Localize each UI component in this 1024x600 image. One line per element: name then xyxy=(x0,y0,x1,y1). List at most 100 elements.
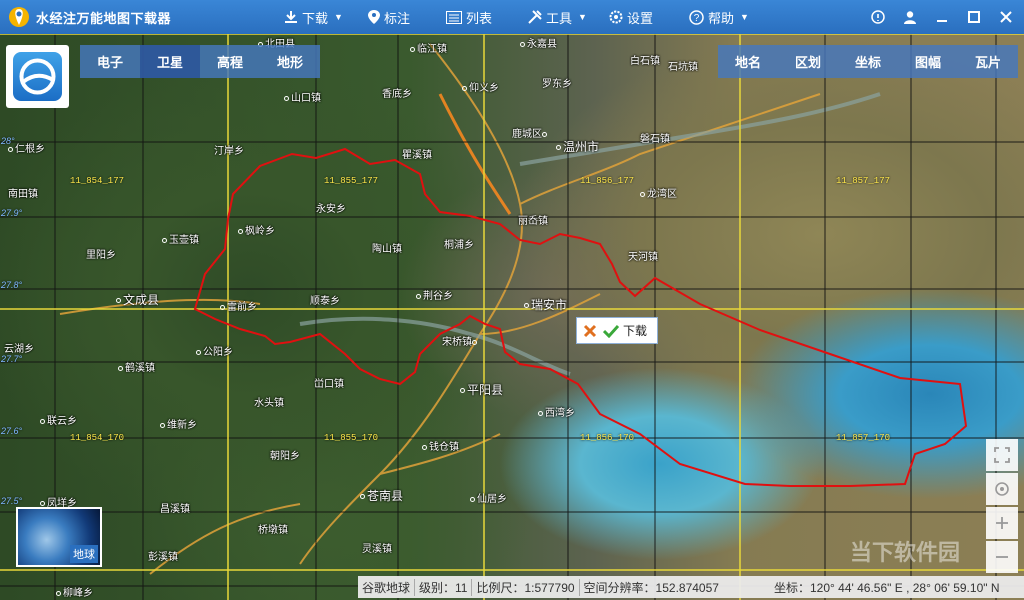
tab-elevation[interactable]: 高程 xyxy=(200,45,260,78)
menu-tools[interactable]: 工具 ▼ xyxy=(528,0,587,34)
zoom-out-button[interactable] xyxy=(986,541,1018,573)
status-resolution: 空间分辨率：152.874057 xyxy=(578,578,723,596)
place-label: 香底乡 xyxy=(382,89,412,100)
app-brand-logo[interactable] xyxy=(6,45,69,108)
minimize-button[interactable] xyxy=(926,0,958,34)
place-label: 彭溪镇 xyxy=(148,552,178,563)
map-tools xyxy=(986,439,1018,575)
place-label: 陶山镇 xyxy=(372,244,402,255)
lat-label: 27.6° xyxy=(1,426,23,436)
chevron-down-icon: ▼ xyxy=(740,12,749,22)
help-icon: ? xyxy=(689,9,704,25)
download-confirm-label[interactable]: 下载 xyxy=(623,322,647,339)
place-label: 丽岙镇 xyxy=(518,216,548,227)
lat-label: 27.8° xyxy=(1,280,23,290)
info-button[interactable] xyxy=(862,0,894,34)
zoom-in-button[interactable] xyxy=(986,507,1018,539)
tab-map-sheet[interactable]: 图幅 xyxy=(898,45,958,78)
close-button[interactable] xyxy=(990,0,1022,34)
tile-grid-yellow xyxy=(0,34,1024,600)
watermark: 当下软件园 xyxy=(850,540,961,565)
gear-icon xyxy=(609,10,623,24)
place-label: 里阳乡 xyxy=(86,250,116,261)
status-source: 谷歌地球 xyxy=(362,580,411,595)
chevron-down-icon: ▼ xyxy=(578,12,587,22)
menu-help[interactable]: ? 帮助 ▼ xyxy=(689,0,749,34)
place-label: 鹤溪镇 xyxy=(118,359,155,374)
tile-label: 11_857_177 xyxy=(836,176,891,186)
globe-thumbnail[interactable]: 地球 xyxy=(16,507,102,567)
svg-text:?: ? xyxy=(694,13,700,24)
place-label: 仰义乡 xyxy=(462,79,499,94)
menu-mark[interactable]: 标注 xyxy=(368,0,410,34)
tab-districts[interactable]: 区划 xyxy=(778,45,838,78)
checkmark-icon[interactable] xyxy=(603,324,619,338)
menu-list[interactable]: 列表 xyxy=(446,0,492,34)
place-label: 瞿溪镇 xyxy=(402,150,432,161)
tab-tiles[interactable]: 瓦片 xyxy=(958,45,1018,78)
lat-label: 27.9° xyxy=(1,208,23,218)
place-label: 温州市 xyxy=(556,138,599,155)
overlay-tabs: 地名 区划 坐标 图幅 瓦片 xyxy=(718,45,1018,78)
tab-satellite[interactable]: 卫星 xyxy=(140,45,200,78)
place-label: 汀岸乡 xyxy=(214,146,244,157)
place-label: 昌溪镇 xyxy=(160,504,190,515)
close-icon xyxy=(1000,11,1012,23)
cancel-icon[interactable] xyxy=(583,324,597,338)
place-label: 柳峰乡 xyxy=(56,584,93,599)
place-label: 雷前乡 xyxy=(220,298,257,313)
place-label: 白石镇 xyxy=(630,56,660,67)
menu-list-label: 列表 xyxy=(466,10,493,26)
place-label: 荆谷乡 xyxy=(416,287,453,302)
minus-icon xyxy=(996,556,1008,558)
globe-label: 地球 xyxy=(70,545,98,563)
lat-label: 27.7° xyxy=(1,354,23,364)
place-label: 天河镇 xyxy=(628,252,658,263)
place-label: 云湖乡 xyxy=(4,344,34,355)
map-canvas[interactable]: 28° 27.9° 27.8° 27.7° 27.6° 27.5° 11_854… xyxy=(0,34,1024,600)
place-label: 玉壶镇 xyxy=(162,231,199,246)
user-button[interactable] xyxy=(894,0,926,34)
menu-settings[interactable]: 设置 xyxy=(609,0,653,34)
map-overlay xyxy=(0,34,1024,600)
status-bar: 谷歌地球 级别：11 比例尺：1:577790 空间分辨率：152.874057 xyxy=(358,576,770,598)
place-label: 南田镇 xyxy=(8,189,38,200)
tab-vector[interactable]: 电子 xyxy=(80,45,140,78)
place-label: 永安乡 xyxy=(316,204,346,215)
download-icon xyxy=(285,11,297,23)
place-label: 龙湾区 xyxy=(640,185,677,200)
place-label: 朝阳乡 xyxy=(270,451,300,462)
tab-terrain[interactable]: 地形 xyxy=(260,45,320,78)
locate-icon xyxy=(995,482,1009,496)
menu-download[interactable]: 下载 ▼ xyxy=(284,0,343,34)
tile-label: 11_854_177 xyxy=(70,176,125,186)
locate-button[interactable] xyxy=(986,473,1018,505)
tab-coordinates[interactable]: 坐标 xyxy=(838,45,898,78)
place-label: 仙居乡 xyxy=(470,490,507,505)
menu-tools-label: 工具 xyxy=(546,10,573,26)
tile-label: 11_857_170 xyxy=(836,433,891,443)
place-label: 平阳县 xyxy=(460,381,503,398)
status-scale: 比例尺：1:577790 xyxy=(471,578,578,596)
info-icon xyxy=(871,10,885,24)
plus-icon xyxy=(996,517,1008,529)
maximize-button[interactable] xyxy=(958,0,990,34)
place-label: 桥墩镇 xyxy=(258,525,288,536)
place-label: 公阳乡 xyxy=(196,343,233,358)
place-label: 灵溪镇 xyxy=(362,544,392,555)
fullscreen-button[interactable] xyxy=(986,439,1018,471)
download-popup: 下载 xyxy=(576,317,658,344)
globe-logo-icon xyxy=(13,52,62,101)
place-label: 宋桥镇 xyxy=(442,333,479,348)
place-label: 山口镇 xyxy=(284,89,321,104)
status-level: 级别：11 xyxy=(414,578,471,596)
menu-mark-label: 标注 xyxy=(384,10,411,26)
menu-help-label: 帮助 xyxy=(708,10,735,26)
list-icon xyxy=(446,10,462,24)
place-label: 永嘉县 xyxy=(520,35,557,50)
menu-download-label: 下载 xyxy=(302,10,329,26)
user-icon xyxy=(904,11,916,24)
tab-place-names[interactable]: 地名 xyxy=(718,45,778,78)
title-bar: 水经注万能地图下载器 下载 ▼ 标注 列表 工具 ▼ 设置 ? 帮助 ▼ xyxy=(0,0,1024,34)
status-coords: 坐标：120° 44' 46.56" E , 28° 06' 59.10" N xyxy=(774,580,1000,595)
